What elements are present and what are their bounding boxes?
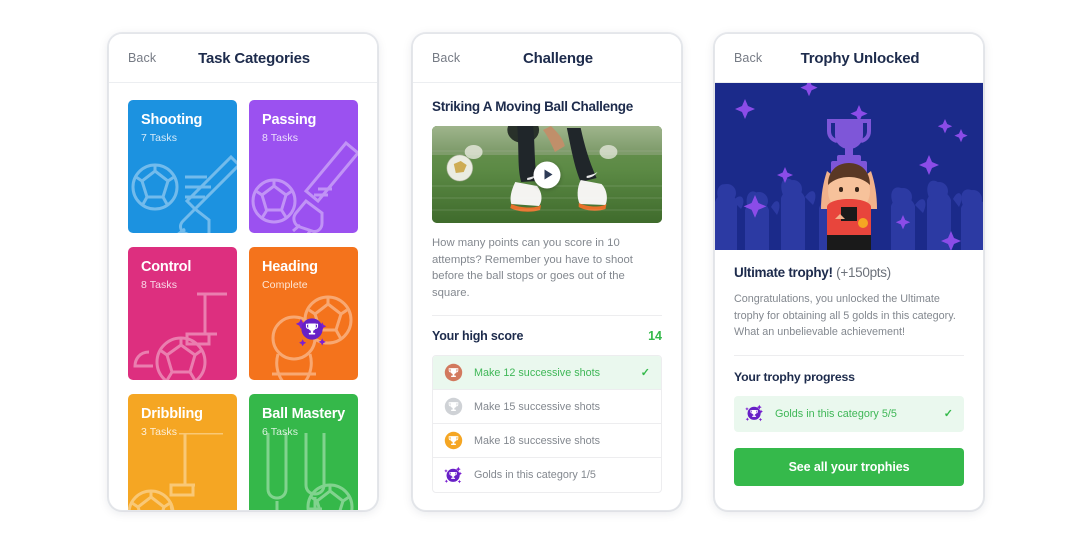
category-name: Ball Mastery	[262, 406, 346, 422]
achievement-label: Golds in this category 1/5	[474, 469, 596, 481]
category-subtitle: 6 Tasks	[262, 425, 299, 438]
back-button[interactable]: Back	[734, 51, 762, 65]
category-subtitle: 3 Tasks	[141, 425, 178, 438]
category-card-heading[interactable]: Heading Complete	[249, 247, 358, 380]
trophy-heading-title: Ultimate trophy!	[734, 265, 833, 280]
see-all-trophies-button[interactable]: See all your trophies	[734, 447, 964, 486]
achievement-row[interactable]: Make 12 successive shots ✓	[433, 356, 661, 390]
passing-illustration	[251, 140, 358, 233]
navbar: Back Task Categories	[109, 34, 377, 83]
trophy-badge-icon	[295, 318, 327, 346]
trophy-heading: Ultimate trophy! (+150pts)	[734, 265, 964, 280]
category-card-ball-mastery[interactable]: Ball Mastery 6 Tasks	[249, 394, 358, 510]
control-illustration	[133, 292, 227, 380]
trophy-body: Ultimate trophy! (+150pts) Congratulatio…	[715, 265, 983, 486]
silver-trophy-icon	[444, 397, 463, 416]
category-card-shooting[interactable]: Shooting 7 Tasks	[128, 100, 237, 233]
category-card-passing[interactable]: Passing 8 Tasks	[249, 100, 358, 233]
celebration-artwork	[715, 83, 983, 250]
ball-mastery-illustration	[266, 433, 354, 510]
achievement-row[interactable]: Make 15 successive shots	[433, 390, 661, 424]
category-name: Passing	[262, 112, 317, 128]
category-subtitle: Complete	[262, 278, 308, 291]
high-score-value: 14	[648, 329, 662, 343]
ultimate-trophy-icon	[745, 404, 763, 422]
shooting-illustration	[131, 154, 237, 233]
category-name: Shooting	[141, 112, 203, 128]
trophy-description: Congratulations, you unlocked the Ultima…	[734, 293, 956, 338]
bronze-trophy-icon	[444, 363, 463, 382]
progress-label: Your trophy progress	[734, 369, 855, 384]
trophy-hero-illustration	[715, 83, 983, 250]
back-button[interactable]: Back	[128, 51, 156, 65]
gold-trophy-icon	[444, 431, 463, 450]
navbar: Back Trophy Unlocked	[715, 34, 983, 83]
category-subtitle: 7 Tasks	[141, 131, 178, 144]
challenge-description: How many points can you score in 10 atte…	[432, 237, 633, 299]
divider	[734, 354, 964, 356]
achievement-row[interactable]: Golds in this category 1/5	[433, 458, 661, 492]
category-subtitle: 8 Tasks	[262, 131, 299, 144]
screen-trophy-unlocked: Back Trophy Unlocked Ultimate trophy! (+…	[714, 33, 984, 511]
play-button[interactable]	[533, 161, 561, 188]
trophy-heading-points: (+150pts)	[836, 265, 891, 280]
challenge-video-thumbnail[interactable]	[432, 126, 662, 223]
category-name: Heading	[262, 259, 318, 275]
progress-row-label: Golds in this category 5/5	[775, 407, 897, 420]
screen-challenge: Back Challenge Striking A Moving Ball Ch…	[412, 33, 682, 511]
category-grid: Shooting 7 Tasks Passing 8 Tasks Control…	[109, 83, 377, 510]
category-card-dribbling[interactable]: Dribbling 3 Tasks	[128, 394, 237, 510]
category-name: Dribbling	[141, 406, 203, 422]
high-score-row: Your high score 14	[432, 329, 662, 343]
ultimate-trophy-icon	[444, 466, 462, 483]
navbar: Back Challenge	[413, 34, 681, 83]
dribbling-illustration	[128, 433, 223, 510]
category-subtitle: 8 Tasks	[141, 278, 178, 291]
achievement-label: Make 12 successive shots	[474, 366, 601, 379]
category-name: Control	[141, 259, 192, 275]
high-score-label: Your high score	[432, 329, 524, 343]
category-card-control[interactable]: Control 8 Tasks	[128, 247, 237, 380]
achievement-list: Make 12 successive shots ✓ Make 15 succe…	[432, 355, 662, 493]
screenshot-stage: Back Task Categories Shooting 7 Tasks Pa…	[0, 0, 1074, 556]
divider	[432, 315, 662, 316]
check-icon: ✓	[943, 408, 953, 420]
back-button[interactable]: Back	[432, 51, 460, 65]
screen-task-categories: Back Task Categories Shooting 7 Tasks Pa…	[108, 33, 378, 511]
achievement-row[interactable]: Make 18 successive shots	[433, 424, 661, 458]
challenge-body: Striking A Moving Ball Challenge How man…	[413, 99, 681, 493]
achievement-label: Make 18 successive shots	[474, 434, 601, 447]
achievement-label: Make 15 successive shots	[474, 400, 601, 413]
check-icon: ✓	[640, 367, 650, 379]
progress-row[interactable]: Golds in this category 5/5 ✓	[734, 395, 964, 432]
challenge-title: Striking A Moving Ball Challenge	[432, 99, 633, 114]
play-triangle-icon	[544, 169, 552, 180]
